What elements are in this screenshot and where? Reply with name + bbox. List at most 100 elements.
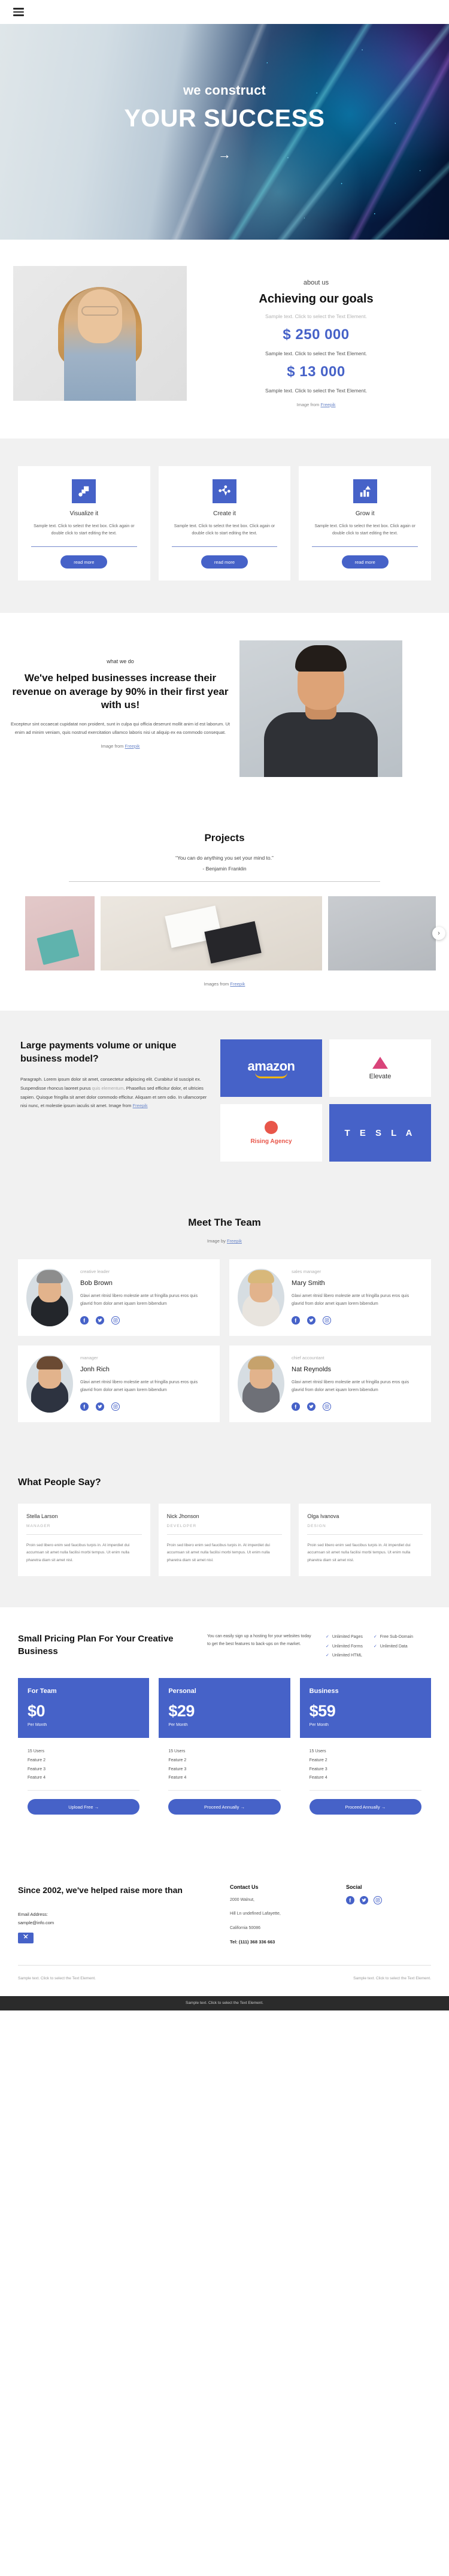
facebook-icon[interactable] (292, 1402, 300, 1411)
testimonial-role: MANAGER (26, 1524, 51, 1529)
logo-amazon[interactable]: amazon (220, 1039, 322, 1097)
hero-content: we construct YOUR SUCCESS → (0, 24, 449, 161)
testimonial-card[interactable]: Olga Ivanova DESIGN Proin sed libero eni… (299, 1504, 431, 1577)
read-more-button[interactable]: read more (60, 555, 108, 569)
pricing-features-col-1: ✓ Unlimited Pages ✓ Unlimited Forms ✓ Unlim… (326, 1632, 363, 1660)
footer-social: Social (346, 1884, 431, 1945)
pricing-plan-amount: $59 (309, 1702, 336, 1721)
team-member-bio: Glavi amet ritnisl libero molestie ante … (292, 1380, 409, 1392)
pricing-plan-button[interactable]: Upload Free → (28, 1799, 140, 1815)
avatar-hair (248, 1356, 274, 1370)
feature-card-title: Create it (213, 510, 236, 517)
footer-address-line: Hill Ln undefined Lafayette, (230, 1912, 281, 1916)
slider-next-arrow-icon[interactable]: › (432, 927, 445, 941)
freepik-link[interactable]: Freepik (125, 743, 140, 749)
payments-paragraph: Paragraph. Lorem ipsum dolor sit amet, c… (20, 1077, 207, 1109)
pricing-plan-button[interactable]: Proceed Annually → (309, 1799, 421, 1815)
facebook-icon[interactable] (80, 1316, 89, 1325)
hamburger-menu-icon[interactable] (13, 8, 24, 16)
instagram-icon[interactable] (111, 1402, 120, 1411)
hero-arrow-icon[interactable]: → (0, 148, 449, 161)
pricing-plan-item: Feature 3 (168, 1767, 187, 1771)
freepik-link[interactable]: Freepik (133, 1103, 148, 1108)
project-slide[interactable] (328, 896, 436, 971)
pricing-plan-business[interactable]: Business $59 Per Month 15 Users Feature … (299, 1678, 431, 1826)
team-section: Meet The Team Image by Freepik creative … (0, 1193, 449, 1452)
twitter-icon[interactable] (96, 1316, 104, 1325)
pricing-plan-item: Feature 2 (28, 1758, 45, 1762)
testimonial-body: Proin sed libero enim sed faucibus turpi… (26, 1543, 130, 1562)
logo-elevate[interactable]: Elevate (329, 1039, 431, 1097)
feature-card-grow[interactable]: Grow it Sample text. Click to select the… (299, 466, 432, 581)
divider (28, 1790, 140, 1791)
pricing-feature: ✓ Unlimited Forms (326, 1642, 363, 1651)
facebook-icon[interactable] (292, 1316, 300, 1325)
about-note-top: Sample text. Click to select the Text El… (265, 313, 367, 319)
instagram-icon[interactable] (374, 1896, 382, 1905)
pricing-block: Small Pricing Plan For Your Creative Bus… (18, 1607, 431, 1859)
project-slide[interactable] (25, 896, 95, 971)
instagram-icon[interactable] (323, 1316, 331, 1325)
freepik-link[interactable]: Freepik (227, 1238, 242, 1244)
testimonial-role: DEVELOPER (166, 1524, 197, 1529)
what-we-do-credit: Image from Freepik (101, 743, 140, 749)
pricing-plan-personal[interactable]: Personal $29 Per Month 15 Users Feature … (159, 1678, 290, 1826)
footer-telephone[interactable]: Tel: (111) 368 336 663 (230, 1939, 332, 1945)
pricing-plan-button[interactable]: Proceed Annually → (168, 1799, 281, 1815)
hero-title: YOUR SUCCESS (124, 104, 325, 132)
pricing-plan-for-team[interactable]: For Team $0 Per Month 15 Users Feature 2… (18, 1678, 150, 1826)
features-section: Visualize it Sample text. Click to selec… (0, 439, 449, 613)
instagram-icon[interactable] (111, 1316, 120, 1325)
what-we-do-row: what we do We've helped businesses incre… (0, 613, 449, 806)
team-member-card[interactable]: manager Jonh Rich Glavi amet ritnisl lib… (18, 1346, 220, 1423)
logo-rising-agency[interactable]: Rising Agency (220, 1104, 322, 1162)
freepik-link[interactable]: Freepik (321, 402, 336, 407)
what-we-do-text: what we do We've helped businesses incre… (0, 640, 239, 749)
feature-card-visualize[interactable]: Visualize it Sample text. Click to selec… (18, 466, 150, 581)
footer-bottom-bar: Sample text. Click to select the Text El… (0, 1996, 449, 2010)
envelope-icon[interactable] (18, 1933, 34, 1944)
pricing-features-col-2: ✓ Free Sub-Domain ✓ Unlimited Data (374, 1632, 413, 1660)
twitter-icon[interactable] (307, 1402, 315, 1411)
about-photo-glasses (81, 306, 119, 316)
feature-card-create[interactable]: Create it Sample text. Click to select t… (158, 466, 291, 581)
pricing-header: Small Pricing Plan For Your Creative Bus… (18, 1632, 431, 1660)
facebook-icon[interactable] (80, 1402, 89, 1411)
projects-quote: “You can do anything you set your mind t… (175, 855, 274, 861)
team-member-info: manager Jonh Rich Glavi amet ritnisl lib… (80, 1355, 210, 1413)
pricing-plan-period: Per Month (28, 1723, 47, 1728)
testimonial-card[interactable]: Nick Jhonson DEVELOPER Proin sed libero … (158, 1504, 291, 1577)
team-member-info: chief accountant Nat Reynolds Glavi amet… (292, 1355, 421, 1413)
footer-contact-title: Contact Us (230, 1884, 259, 1891)
divider (309, 1790, 421, 1791)
payments-inline-link[interactable]: quis elementum (92, 1086, 124, 1091)
team-member-bio: Glavi amet ritnisl libero molestie ante … (80, 1294, 198, 1306)
twitter-icon[interactable] (360, 1896, 368, 1905)
project-slide[interactable] (101, 896, 322, 971)
check-icon: ✓ (373, 1644, 377, 1649)
node-network-icon (213, 479, 236, 503)
twitter-icon[interactable] (96, 1402, 104, 1411)
team-member-bio: Glavi amet ritnisl libero molestie ante … (80, 1380, 198, 1392)
footer-email-value[interactable]: sample@info.com (18, 1920, 216, 1925)
twitter-icon[interactable] (307, 1316, 315, 1325)
about-note-mid: Sample text. Click to select the Text El… (265, 350, 367, 356)
divider (307, 1534, 423, 1535)
projects-slider[interactable]: › (0, 896, 449, 971)
footer-bottom-text: Sample text. Click to select the Text El… (186, 2001, 263, 2006)
team-member-card[interactable]: chief accountant Nat Reynolds Glavi amet… (229, 1346, 431, 1423)
testimonial-card[interactable]: Stella Larson MANAGER Proin sed libero e… (18, 1504, 150, 1577)
logo-tesla[interactable]: T E S L A (329, 1104, 431, 1162)
what-we-do-section: what we do We've helped businesses incre… (0, 613, 449, 806)
freepik-link[interactable]: Freepik (230, 981, 245, 987)
facebook-icon[interactable] (346, 1896, 354, 1905)
pricing-inner: Small Pricing Plan For Your Creative Bus… (18, 1607, 431, 1859)
read-more-button[interactable]: read more (341, 555, 389, 569)
testimonials-inner: What People Say? Stella Larson MANAGER P… (18, 1451, 431, 1607)
instagram-icon[interactable] (323, 1402, 331, 1411)
team-member-card[interactable]: sales manager Mary Smith Glavi amet ritn… (229, 1259, 431, 1337)
testimonial-role: DESIGN (307, 1524, 326, 1529)
team-member-card[interactable]: creative leader Bob Brown Glavi amet rit… (18, 1259, 220, 1337)
read-more-button[interactable]: read more (201, 555, 248, 569)
about-image-credit: Image from Freepik (296, 402, 336, 407)
